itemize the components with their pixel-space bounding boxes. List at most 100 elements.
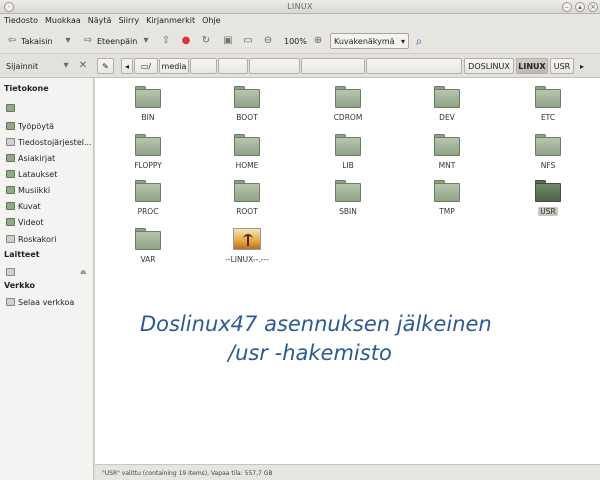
folder-icon (434, 180, 460, 202)
folder-icon (535, 134, 561, 156)
folder-item[interactable]: BOOT (212, 86, 282, 122)
image-file-item[interactable]: --LINUX--.--- (212, 228, 282, 264)
zoom-out-button[interactable]: ⊖ (262, 33, 274, 49)
crumb-item[interactable] (366, 58, 462, 74)
menu-help[interactable]: Ohje (198, 14, 224, 25)
menu-edit[interactable]: Muokkaa (41, 14, 84, 25)
file-view: BIN BOOT CDROM DEV ETC FLOPPY HOME LIB M… (95, 78, 600, 464)
crumb-item[interactable] (249, 58, 300, 74)
crumb-media[interactable]: media (159, 58, 189, 74)
file-name: --LINUX--.--- (225, 255, 269, 264)
crumb-root[interactable]: ▭ / (134, 58, 158, 74)
sidebar-item-device[interactable] (6, 266, 15, 278)
sidebar-item-trash[interactable]: Roskakori (6, 233, 56, 245)
folder-icon (135, 134, 161, 156)
zoom-in-button[interactable]: ⊕ (312, 33, 324, 49)
folder-item[interactable]: TMP (412, 180, 482, 216)
folder-item[interactable]: MNT (412, 134, 482, 170)
folder-icon (335, 180, 361, 202)
home-folder-icon: ▣ (223, 35, 233, 46)
menu-file[interactable]: Tiedosto (0, 14, 41, 25)
window-title: LINUX (287, 2, 313, 11)
view-mode-select[interactable]: Kuvakenäkymä ▾ (330, 33, 409, 49)
crumb-item[interactable] (301, 58, 365, 74)
up-button[interactable]: ⇧ (160, 33, 172, 49)
maximize-button[interactable]: ▴ (575, 2, 585, 12)
caption-line-2: /usr -hakemisto (228, 341, 392, 365)
overlay-caption: Doslinux47 asennuksen jälkeinen /usr -ha… (140, 310, 520, 368)
edit-icon: ✎ (102, 61, 109, 71)
folder-item[interactable]: HOME (212, 134, 282, 170)
zoom-level: 100% (284, 36, 307, 46)
folder-item[interactable]: SBIN (313, 180, 383, 216)
folder-icon (535, 86, 561, 108)
folder-item[interactable]: NFS (513, 134, 583, 170)
close-button[interactable]: × (588, 2, 598, 12)
minimize-button[interactable]: – (562, 2, 572, 12)
stop-button[interactable]: ● (180, 33, 192, 49)
view-mode-value: Kuvakenäkymä (334, 36, 395, 46)
chevron-left-icon: ◂ (124, 61, 129, 71)
computer-button[interactable]: ▭ (242, 33, 254, 49)
crumb-linux[interactable]: LINUX (516, 58, 548, 74)
sidebar-item-downloads[interactable]: Lataukset (6, 168, 57, 180)
file-name: SBIN (339, 207, 357, 216)
folder-icon (135, 86, 161, 108)
back-label: Takaisin (21, 36, 53, 46)
dropdown-arrow-icon: ▾ (65, 35, 71, 46)
forward-history-button[interactable]: ▾ (140, 33, 152, 49)
folder-item[interactable]: BIN (113, 86, 183, 122)
sidebar-item-documents[interactable]: Asiakirjat (6, 152, 55, 164)
crumb-doslinux[interactable]: DOSLINUX (464, 58, 514, 74)
menu-go[interactable]: Siirry (114, 14, 142, 25)
chevron-down-icon: ▾ (400, 36, 405, 46)
file-name: HOME (235, 161, 259, 170)
close-sidebar-button[interactable]: ✕ (77, 58, 89, 74)
forward-button[interactable]: ⇨ Eteenpäin (82, 33, 138, 49)
forward-label: Eteenpäin (97, 36, 138, 46)
menu-view[interactable]: Näytä (84, 14, 115, 25)
sidebar-item-home[interactable] (6, 102, 18, 114)
eject-icon: ⏏ (80, 268, 87, 276)
folder-item[interactable]: DEV (412, 86, 482, 122)
search-button[interactable]: ⌕ (413, 33, 425, 49)
status-bar: "USR" valittu (containing 19 items), Vap… (95, 464, 600, 480)
home-button[interactable]: ▣ (222, 33, 234, 49)
folder-item[interactable]: LIB (313, 134, 383, 170)
folder-item[interactable]: VAR (113, 228, 183, 264)
places-selector[interactable]: Sijainnit (6, 58, 38, 74)
crumb-scroll-left[interactable]: ◂ (121, 58, 133, 74)
trash-icon (6, 235, 15, 243)
sidebar-item-desktop[interactable]: Työpöytä (6, 120, 54, 132)
crumb-item[interactable] (218, 58, 248, 74)
back-history-button[interactable]: ▾ (62, 33, 74, 49)
folder-item[interactable]: CDROM (313, 86, 383, 122)
sidebar-item-filesystem[interactable]: Tiedostojärjestel... (6, 136, 92, 148)
zoom-out-icon: ⊖ (263, 35, 273, 46)
crumb-scroll-right[interactable]: ▸ (576, 58, 588, 74)
folder-item[interactable]: ETC (513, 86, 583, 122)
crumb-usr[interactable]: USR (550, 58, 574, 74)
folder-icon (434, 86, 460, 108)
folder-item[interactable]: PROC (113, 180, 183, 216)
folder-item[interactable]: ROOT (212, 180, 282, 216)
reload-button[interactable]: ↻ (200, 33, 212, 49)
menu-bookmarks[interactable]: Kirjanmerkit (142, 14, 198, 25)
sidebar-item-browse-network[interactable]: Selaa verkkoa (6, 296, 74, 308)
eject-button[interactable]: ⏏ (80, 266, 87, 278)
places-dropdown[interactable]: ▾ (60, 58, 72, 74)
file-name: NFS (540, 161, 556, 170)
edit-location-button[interactable]: ✎ (97, 58, 114, 74)
folder-icon (535, 180, 561, 202)
folder-item-selected[interactable]: USR (513, 180, 583, 216)
sidebar-item-music[interactable]: Musiikki (6, 184, 50, 196)
back-button[interactable]: ⇦ Takaisin (6, 33, 53, 49)
crumb-item[interactable] (190, 58, 217, 74)
sidebar-header-network: Verkko (4, 281, 36, 290)
sidebar: Tietokone Työpöytä Tiedostojärjestel... … (0, 78, 94, 480)
folder-icon (6, 170, 15, 178)
sidebar-item-pictures[interactable]: Kuvat (6, 200, 41, 212)
folder-icon (6, 202, 15, 210)
folder-item[interactable]: FLOPPY (113, 134, 183, 170)
sidebar-item-videos[interactable]: Videot (6, 216, 44, 228)
